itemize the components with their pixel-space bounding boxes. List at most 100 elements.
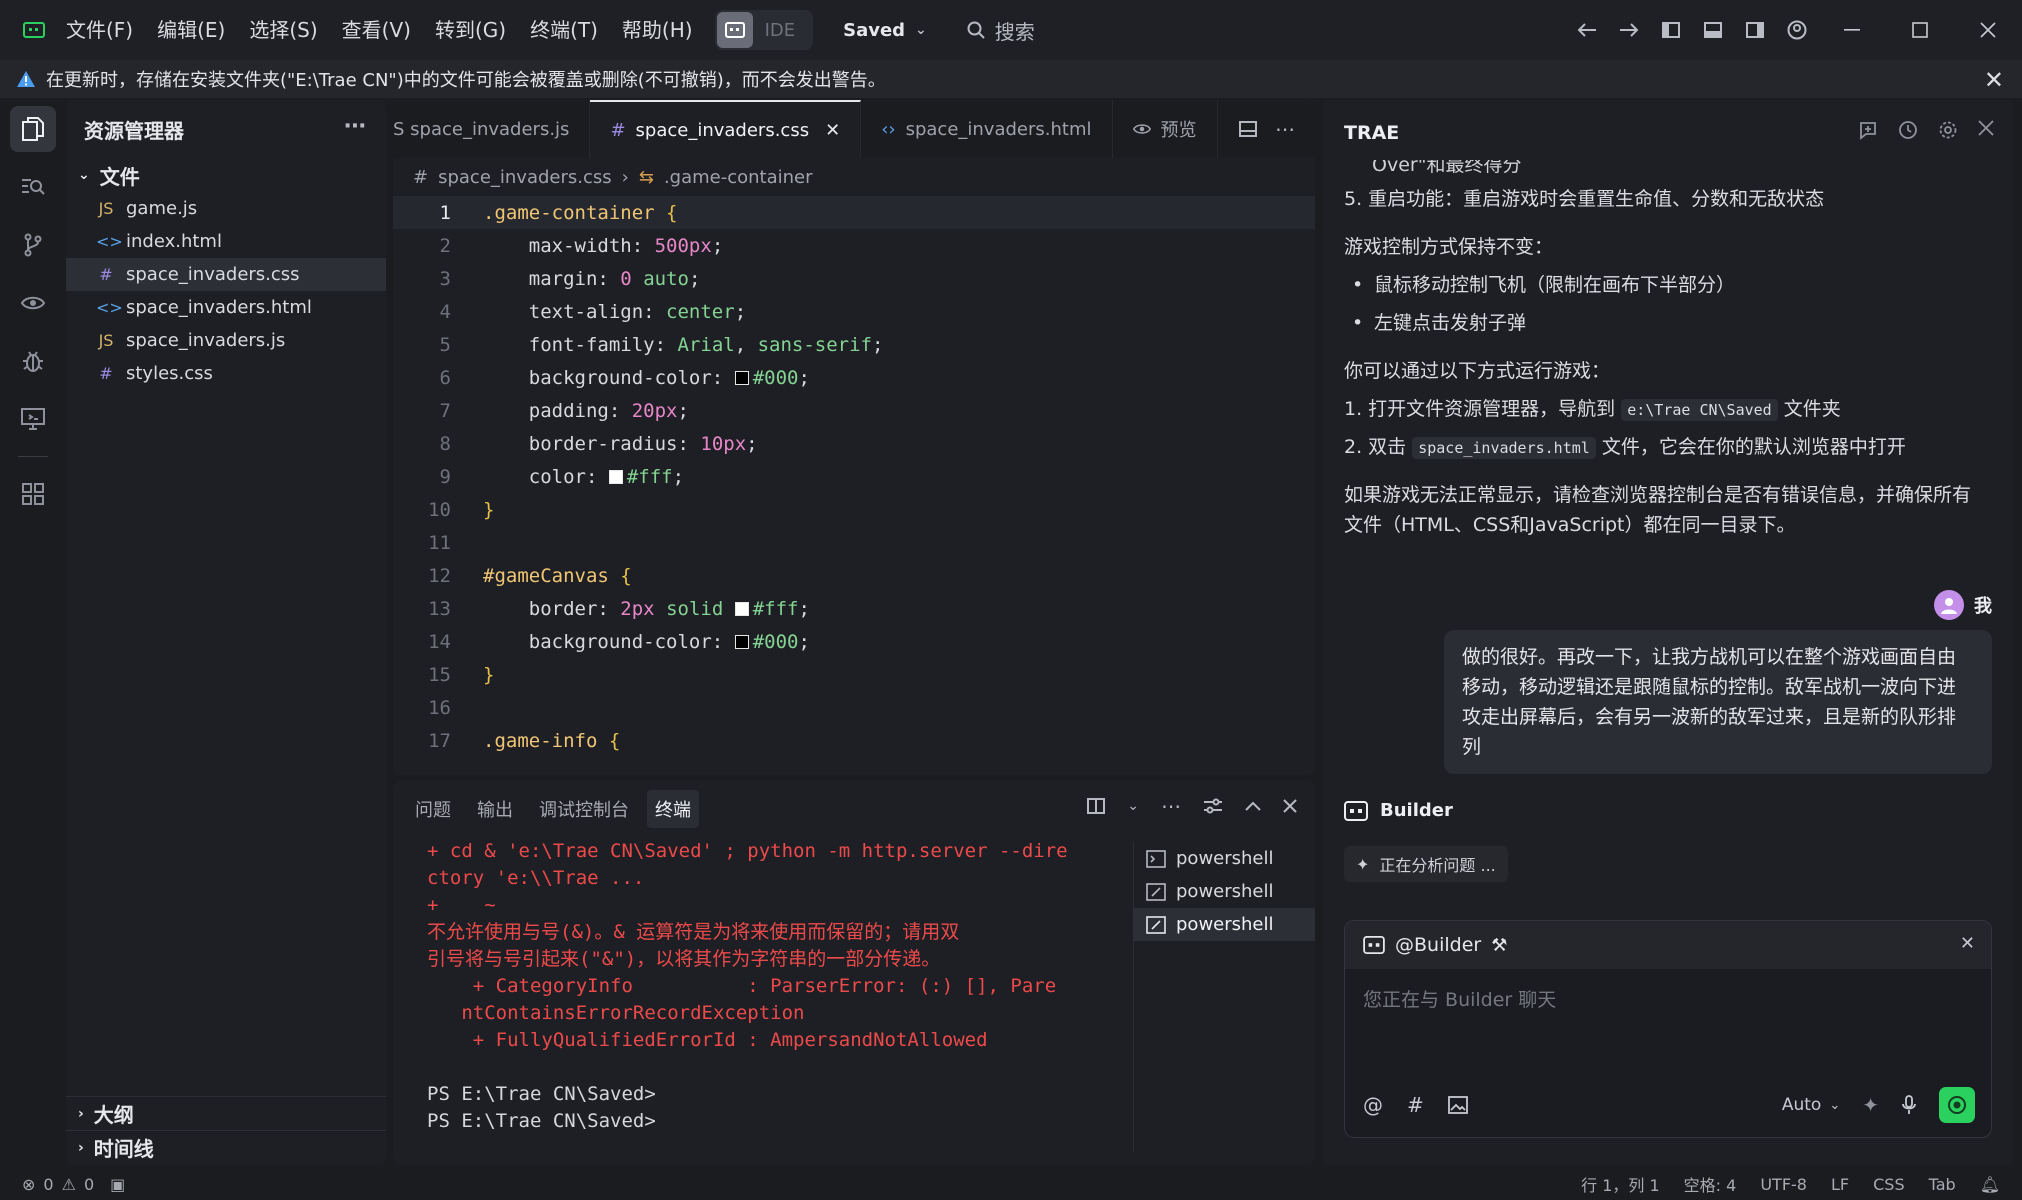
tab-debug-console[interactable]: 调试控制台 (531, 790, 637, 828)
timeline-section[interactable]: › 时间线 (66, 1130, 386, 1164)
code-editor[interactable]: 1 .game-container { 2 max-width: 500px; 3… (393, 196, 1315, 757)
activity-preview[interactable] (0, 274, 66, 332)
tab-mode[interactable]: Tab (1929, 1175, 1956, 1194)
activity-search[interactable] (0, 158, 66, 216)
tools-icon[interactable]: ⚒ (1491, 935, 1507, 956)
menu-selection[interactable]: 选择(S) (237, 0, 329, 60)
new-chat-icon[interactable] (1858, 120, 1878, 140)
terminal-name: powershell (1176, 914, 1274, 935)
search-box[interactable]: 搜索 (967, 16, 1035, 45)
color-swatch[interactable] (734, 602, 749, 616)
close-icon[interactable] (1978, 120, 1994, 136)
activity-explorer[interactable] (0, 100, 66, 158)
workspace-dropdown[interactable]: Saved ⌄ (843, 20, 927, 41)
file-item-index-html[interactable]: <> index.html (66, 225, 386, 258)
color-swatch[interactable] (608, 470, 623, 484)
close-icon[interactable]: ✕ (1984, 66, 2004, 94)
cursor-position[interactable]: 行 1，列 1 (1581, 1172, 1660, 1196)
line-number: 17 (428, 729, 451, 752)
chat-input[interactable]: 您正在与 Builder 聊天 (1345, 969, 1991, 1077)
mention-icon[interactable]: @ (1363, 1093, 1383, 1117)
menu-view[interactable]: 查看(V) (330, 0, 423, 60)
ide-mode-label[interactable]: IDE (755, 20, 814, 41)
line-number: 16 (428, 696, 451, 719)
send-button[interactable] (1939, 1087, 1975, 1123)
activity-remote[interactable] (0, 390, 66, 448)
activity-extensions[interactable] (0, 465, 66, 523)
split-terminal-icon[interactable] (1087, 798, 1106, 814)
history-icon[interactable] (1898, 120, 1918, 140)
close-window-icon[interactable] (1954, 0, 2022, 60)
status-problems[interactable]: ⊗ 0 ⚠ 0 ▣ (0, 1175, 125, 1194)
menu-help[interactable]: 帮助(H) (610, 0, 705, 60)
bell-icon[interactable]: 🔔︎ (1980, 1175, 2000, 1194)
builder-mode-icon[interactable] (716, 12, 753, 48)
file-item-space-invaders-css[interactable]: # space_invaders.css (66, 258, 386, 291)
indentation[interactable]: 空格: 4 (1684, 1172, 1737, 1196)
terminal-instance[interactable]: powershell (1134, 908, 1315, 941)
mode-switch[interactable]: IDE (714, 10, 814, 50)
chevron-down-icon: ⌄ (915, 22, 927, 38)
tab-label: space_invaders.css (635, 119, 810, 141)
image-icon[interactable] (1447, 1096, 1468, 1114)
split-editor-icon[interactable] (1239, 121, 1257, 137)
tab-terminal[interactable]: 终端 (647, 790, 699, 828)
file-item-space-invaders-js[interactable]: JS space_invaders.js (66, 324, 386, 357)
terminal-instance[interactable]: powershell (1134, 875, 1315, 908)
tab-space-invaders-css[interactable]: # space_invaders.css ✕ (590, 100, 862, 158)
code-token: #fff (626, 465, 673, 488)
file-item-game-js[interactable]: JS game.js (66, 192, 386, 225)
tab-preview[interactable]: 预览 (1113, 100, 1218, 158)
maximize-panel-icon[interactable] (1245, 801, 1261, 811)
toggle-panel-icon[interactable] (1692, 0, 1734, 60)
file-item-space-invaders-html[interactable]: <> space_invaders.html (66, 291, 386, 324)
file-item-styles-css[interactable]: # styles.css (66, 357, 386, 390)
close-icon[interactable]: ✕ (825, 120, 840, 141)
folder-root[interactable]: ⌄ 文件 (66, 158, 386, 192)
breadcrumb-symbol[interactable]: .game-container (664, 167, 813, 188)
terminal-instance[interactable]: powershell (1134, 842, 1315, 875)
agent-name: @Builder (1395, 934, 1482, 956)
tab-output[interactable]: 输出 (469, 790, 521, 828)
toggle-aux-sidebar-icon[interactable] (1734, 0, 1776, 60)
outline-section[interactable]: › 大纲 (66, 1096, 386, 1130)
more-icon[interactable]: ⋯ (1161, 794, 1181, 818)
chevron-down-icon[interactable]: ⌄ (1127, 798, 1139, 814)
color-swatch[interactable] (734, 635, 749, 649)
minimize-icon[interactable] (1818, 0, 1886, 60)
more-icon[interactable]: ⋯ (1275, 117, 1295, 141)
terminal-output[interactable]: + cd & 'e:\Trae CN\Saved' ; python -m ht… (393, 838, 1133, 1135)
back-arrow-icon[interactable] (1566, 0, 1608, 60)
activity-debug[interactable] (0, 332, 66, 390)
tab-problems[interactable]: 问题 (407, 790, 459, 828)
close-icon[interactable] (1283, 799, 1297, 813)
hash-icon[interactable]: # (1407, 1093, 1424, 1117)
breadcrumb-file[interactable]: space_invaders.css (438, 167, 612, 188)
tab-space-invaders-js[interactable]: S space_invaders.js (393, 100, 591, 158)
sparkle-icon[interactable]: ✦ (1862, 1093, 1879, 1117)
more-icon[interactable]: ⋯ (344, 114, 366, 139)
menu-edit[interactable]: 编辑(E) (145, 0, 237, 60)
code-line: 13 border: 2px solid #fff; (393, 592, 1315, 625)
color-swatch[interactable] (734, 371, 749, 385)
tab-label: space_invaders.html (905, 118, 1092, 140)
tab-space-invaders-html[interactable]: ‹› space_invaders.html (861, 100, 1113, 158)
microphone-icon[interactable] (1901, 1095, 1917, 1115)
menu-goto[interactable]: 转到(G) (423, 0, 518, 60)
end-of-line[interactable]: LF (1831, 1175, 1849, 1194)
toggle-sidebar-icon[interactable] (1650, 0, 1692, 60)
forward-arrow-icon[interactable] (1608, 0, 1650, 60)
menu-terminal[interactable]: 终端(T) (518, 0, 610, 60)
encoding[interactable]: UTF-8 (1760, 1175, 1807, 1194)
settings-sliders-icon[interactable] (1203, 797, 1223, 815)
account-icon[interactable] (1776, 0, 1818, 60)
language-mode[interactable]: CSS (1873, 1175, 1904, 1194)
close-icon[interactable]: ✕ (1960, 933, 1975, 954)
message-step: 1. 打开文件资源管理器，导航到 e:\Trae CN\Saved 文件夹 (1344, 390, 1994, 428)
maximize-icon[interactable] (1886, 0, 1954, 60)
title-bar: 文件(F) 编辑(E) 选择(S) 查看(V) 转到(G) 终端(T) 帮助(H… (0, 0, 2022, 60)
activity-source-control[interactable] (0, 216, 66, 274)
gear-icon[interactable] (1938, 120, 1958, 140)
menu-file[interactable]: 文件(F) (54, 0, 145, 60)
model-select[interactable]: Auto ⌄ (1782, 1095, 1840, 1115)
